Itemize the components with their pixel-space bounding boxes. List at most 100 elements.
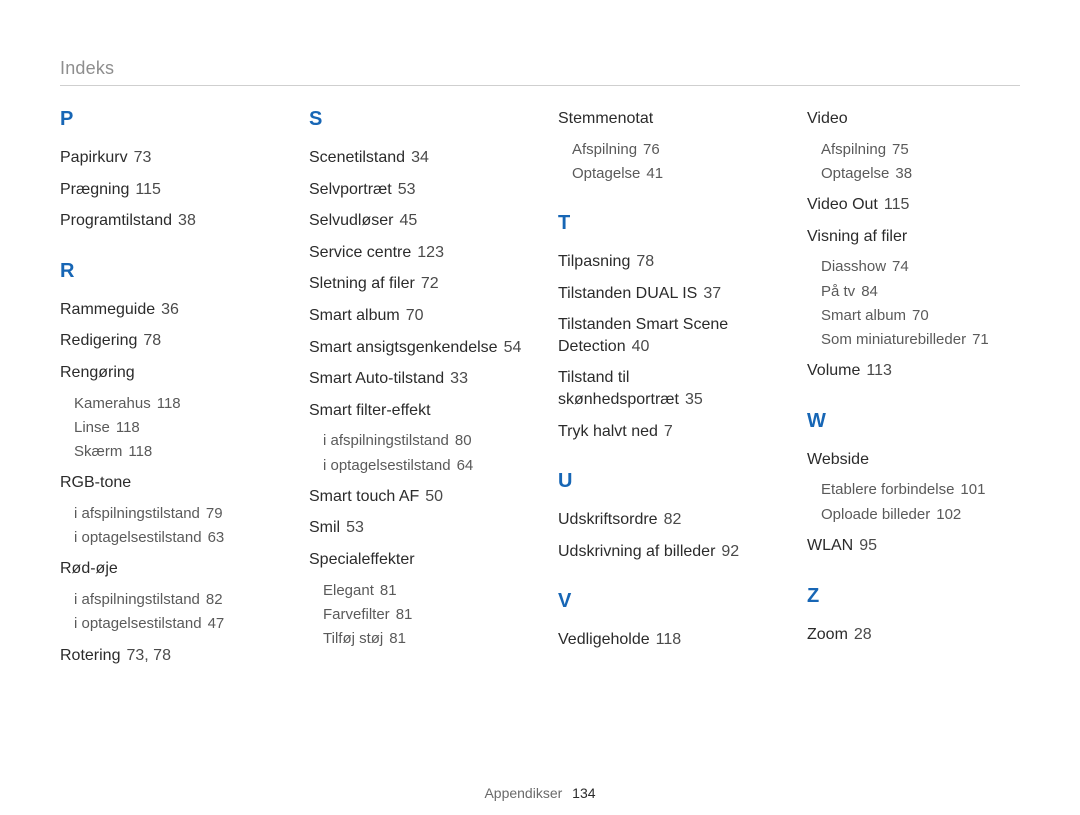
index-term: Rotering bbox=[60, 647, 120, 664]
index-subterm: Elegant bbox=[323, 582, 374, 599]
index-term: Tilstand til skønhedsportræt bbox=[558, 369, 679, 408]
index-term: Tilpasning bbox=[558, 253, 630, 270]
header-rule bbox=[60, 85, 1020, 86]
index-subpage-ref: 81 bbox=[383, 630, 406, 647]
index-subentry: Etablere forbindelse101 bbox=[821, 480, 1020, 500]
index-term: Udskrivning af billeder bbox=[558, 543, 715, 560]
index-term: Tilstanden DUAL IS bbox=[558, 285, 697, 302]
index-subpage-ref: 38 bbox=[889, 165, 912, 182]
index-subpage-ref: 102 bbox=[930, 506, 961, 523]
index-entry: Video bbox=[807, 108, 1020, 130]
index-page-ref: 78 bbox=[630, 253, 654, 270]
index-subpage-ref: 70 bbox=[906, 307, 929, 324]
index-page-ref: 73, 78 bbox=[120, 647, 170, 664]
index-term: Rammeguide bbox=[60, 301, 155, 318]
index-term: Specialeffekter bbox=[309, 551, 415, 568]
index-page-ref: 70 bbox=[400, 307, 424, 324]
index-subpage-ref: 76 bbox=[637, 141, 660, 158]
index-entry: Udskriftsordre82 bbox=[558, 509, 771, 531]
index-entry: Tilstanden Smart Scene Detection40 bbox=[558, 314, 771, 357]
index-subterm: Smart album bbox=[821, 307, 906, 324]
index-subentry: i afspilningstilstand79 bbox=[74, 504, 273, 524]
index-term: Webside bbox=[807, 451, 869, 468]
index-subterm: i optagelsestilstand bbox=[74, 615, 202, 632]
index-term: Smart album bbox=[309, 307, 400, 324]
index-page-ref: 28 bbox=[848, 626, 872, 643]
index-page-ref: 36 bbox=[155, 301, 179, 318]
index-term: Smart Auto-tilstand bbox=[309, 370, 444, 387]
index-subterm: i afspilningstilstand bbox=[74, 505, 200, 522]
index-entry: Smart ansigtsgenkendelse54 bbox=[309, 337, 522, 359]
index-subterm: Afspilning bbox=[572, 141, 637, 158]
index-entry: Stemmenotat bbox=[558, 108, 771, 130]
index-term: Smart touch AF bbox=[309, 488, 419, 505]
index-page-ref: 82 bbox=[658, 511, 682, 528]
index-entry: WLAN95 bbox=[807, 535, 1020, 557]
page-footer: Appendikser 134 bbox=[0, 785, 1080, 801]
index-subentry: Oploade billeder102 bbox=[821, 505, 1020, 525]
index-subpage-ref: 101 bbox=[954, 481, 985, 498]
index-subentry: Skærm118 bbox=[74, 442, 273, 462]
index-page-ref: 95 bbox=[853, 537, 877, 554]
index-page-ref: 53 bbox=[340, 519, 364, 536]
index-subterm: i optagelsestilstand bbox=[74, 529, 202, 546]
index-entry: Zoom28 bbox=[807, 624, 1020, 646]
index-subterm: Etablere forbindelse bbox=[821, 481, 954, 498]
index-subentry: Linse118 bbox=[74, 418, 273, 438]
index-term: Stemmenotat bbox=[558, 110, 653, 127]
index-page-ref: 50 bbox=[419, 488, 443, 505]
index-letter: W bbox=[807, 410, 1020, 433]
index-subentry: Elegant81 bbox=[323, 581, 522, 601]
index-page-ref: 40 bbox=[626, 338, 650, 355]
index-entry: Service centre123 bbox=[309, 242, 522, 264]
index-subterm: i afspilningstilstand bbox=[323, 432, 449, 449]
index-subpage-ref: 63 bbox=[202, 529, 225, 546]
index-entry: Sletning af filer72 bbox=[309, 273, 522, 295]
footer-section: Appendikser bbox=[484, 785, 562, 801]
index-term: Udskriftsordre bbox=[558, 511, 658, 528]
index-subterm: i afspilningstilstand bbox=[74, 591, 200, 608]
page-header: Indeks bbox=[60, 58, 1020, 79]
index-entry: Webside bbox=[807, 449, 1020, 471]
index-subpage-ref: 41 bbox=[640, 165, 663, 182]
index-column: S Scenetilstand34 Selvportræt53 Selvudløser… bbox=[309, 108, 522, 748]
index-term: Redigering bbox=[60, 332, 137, 349]
index-subterm: i optagelsestilstand bbox=[323, 457, 451, 474]
index-entry: Smart filter-effekt bbox=[309, 400, 522, 422]
index-subterm: Afspilning bbox=[821, 141, 886, 158]
index-term: RGB-tone bbox=[60, 474, 131, 491]
index-page-ref: 54 bbox=[498, 339, 522, 356]
index-page: Indeks PPapirkurv73Prægning115Programtil… bbox=[0, 0, 1080, 815]
index-subpage-ref: 71 bbox=[966, 331, 989, 348]
index-subterm: Som miniaturebilleder bbox=[821, 331, 966, 348]
index-entry: Smart album70 bbox=[309, 305, 522, 327]
index-letter: S bbox=[309, 108, 522, 131]
index-term: Vedligeholde bbox=[558, 631, 650, 648]
index-term: Scenetilstand bbox=[309, 149, 405, 166]
index-subpage-ref: 118 bbox=[122, 443, 152, 460]
index-term: Smil bbox=[309, 519, 340, 536]
index-term: Volume bbox=[807, 362, 860, 379]
index-term: Zoom bbox=[807, 626, 848, 643]
index-page-ref: 38 bbox=[172, 212, 196, 229]
index-entry: Tilstanden DUAL IS37 bbox=[558, 283, 771, 305]
index-entry: Rotering73, 78 bbox=[60, 645, 273, 667]
index-page-ref: 33 bbox=[444, 370, 468, 387]
index-page-ref: 7 bbox=[658, 423, 673, 440]
index-entry: Scenetilstand34 bbox=[309, 147, 522, 169]
index-column: PPapirkurv73Prægning115Programtilstand38… bbox=[60, 108, 273, 748]
index-entry: Selvportræt53 bbox=[309, 179, 522, 201]
index-subpage-ref: 80 bbox=[449, 432, 472, 449]
index-page-ref: 123 bbox=[411, 244, 444, 261]
index-page-ref: 118 bbox=[650, 631, 682, 648]
index-term: Rød-øje bbox=[60, 560, 118, 577]
index-entry: Smil53 bbox=[309, 517, 522, 539]
index-subpage-ref: 118 bbox=[110, 419, 140, 436]
index-entry: Programtilstand38 bbox=[60, 210, 273, 232]
index-term: Papirkurv bbox=[60, 149, 128, 166]
index-entry: Udskrivning af billeder92 bbox=[558, 541, 771, 563]
index-term: Video bbox=[807, 110, 848, 127]
index-term: Rengøring bbox=[60, 364, 135, 381]
index-term: Selvudløser bbox=[309, 212, 393, 229]
index-term: Prægning bbox=[60, 181, 129, 198]
